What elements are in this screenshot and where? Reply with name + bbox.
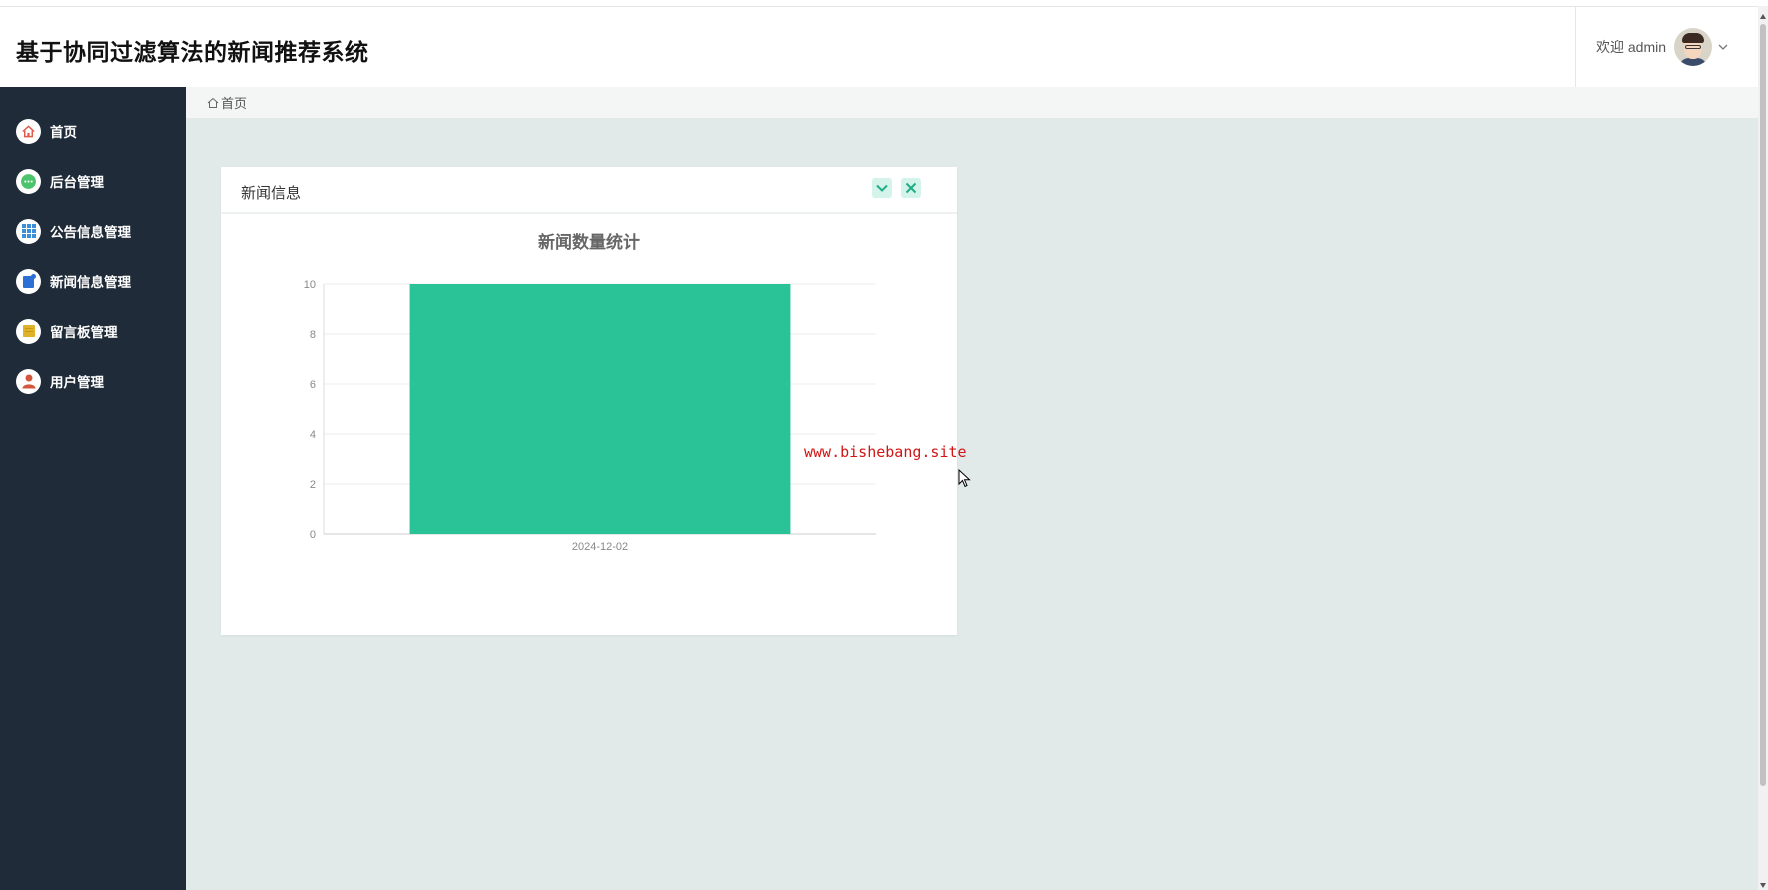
header-divider (1575, 7, 1576, 88)
sidebar-item-label: 后台管理 (50, 175, 104, 191)
sidebar-item-guestbook[interactable]: 留言板管理 (0, 311, 186, 351)
scroll-down-icon[interactable] (1760, 883, 1766, 888)
grid-icon (16, 218, 41, 244)
top-header: 基于协同过滤算法的新闻推荐系统 欢迎 admin (0, 6, 1758, 88)
news-info-card: 新闻信息 新闻数量统计 0 2 4 6 8 10 2024-12-02 (221, 167, 957, 635)
document-icon (16, 268, 41, 294)
y-tick-label: 2 (310, 479, 316, 491)
user-menu[interactable]: 欢迎 admin (1596, 27, 1728, 67)
y-tick-label: 0 (310, 529, 316, 541)
y-tick-label: 10 (304, 279, 316, 291)
sidebar-item-label: 公告信息管理 (50, 225, 131, 241)
bar-chart: 0 2 4 6 8 10 2024-12-02 (304, 279, 876, 553)
watermark-text: www.bishebang.site (804, 443, 967, 461)
sidebar-item-label: 留言板管理 (50, 325, 118, 341)
sidebar-item-announcements[interactable]: 公告信息管理 (0, 211, 186, 251)
y-tick-label: 8 (310, 329, 316, 341)
x-tick-label: 2024-12-02 (572, 541, 628, 553)
welcome-text: 欢迎 admin (1596, 39, 1667, 55)
avatar[interactable] (1674, 28, 1713, 66)
page: 基于协同过滤算法的新闻推荐系统 欢迎 admin 首页 后台管理 公告信息管理 … (0, 0, 1768, 890)
mouse-cursor-icon (958, 469, 971, 488)
home-icon[interactable] (207, 97, 219, 109)
chevron-down-icon[interactable] (1718, 42, 1728, 52)
page-scrollbar[interactable] (1758, 6, 1768, 890)
y-tick-label: 4 (310, 429, 316, 441)
sidebar-item-home[interactable]: 首页 (0, 111, 186, 151)
breadcrumb: 首页 (186, 87, 1758, 118)
scrollbar-thumb[interactable] (1760, 24, 1766, 786)
home-icon (16, 118, 41, 144)
sidebar-item-admin[interactable]: 后台管理 (0, 161, 186, 201)
app-title: 基于协同过滤算法的新闻推荐系统 (16, 40, 369, 66)
scroll-up-icon[interactable] (1760, 14, 1766, 19)
sidebar-item-users[interactable]: 用户管理 (0, 361, 186, 401)
person-icon (16, 368, 41, 394)
chat-bubble-icon (16, 168, 41, 194)
y-tick-label: 6 (310, 379, 316, 391)
sidebar-item-news[interactable]: 新闻信息管理 (0, 261, 186, 301)
sidebar-item-label: 首页 (50, 125, 77, 141)
sidebar-item-label: 新闻信息管理 (50, 275, 131, 291)
bar (409, 284, 791, 534)
sidebar: 首页 后台管理 公告信息管理 新闻信息管理 留言板管理 用户管理 (0, 87, 186, 890)
sidebar-item-label: 用户管理 (50, 375, 104, 391)
note-icon (16, 318, 41, 344)
main-content: 首页 新闻信息 新闻数量统计 0 2 4 6 8 10 2024-12-02 (186, 87, 1758, 890)
breadcrumb-home[interactable]: 首页 (221, 93, 247, 112)
